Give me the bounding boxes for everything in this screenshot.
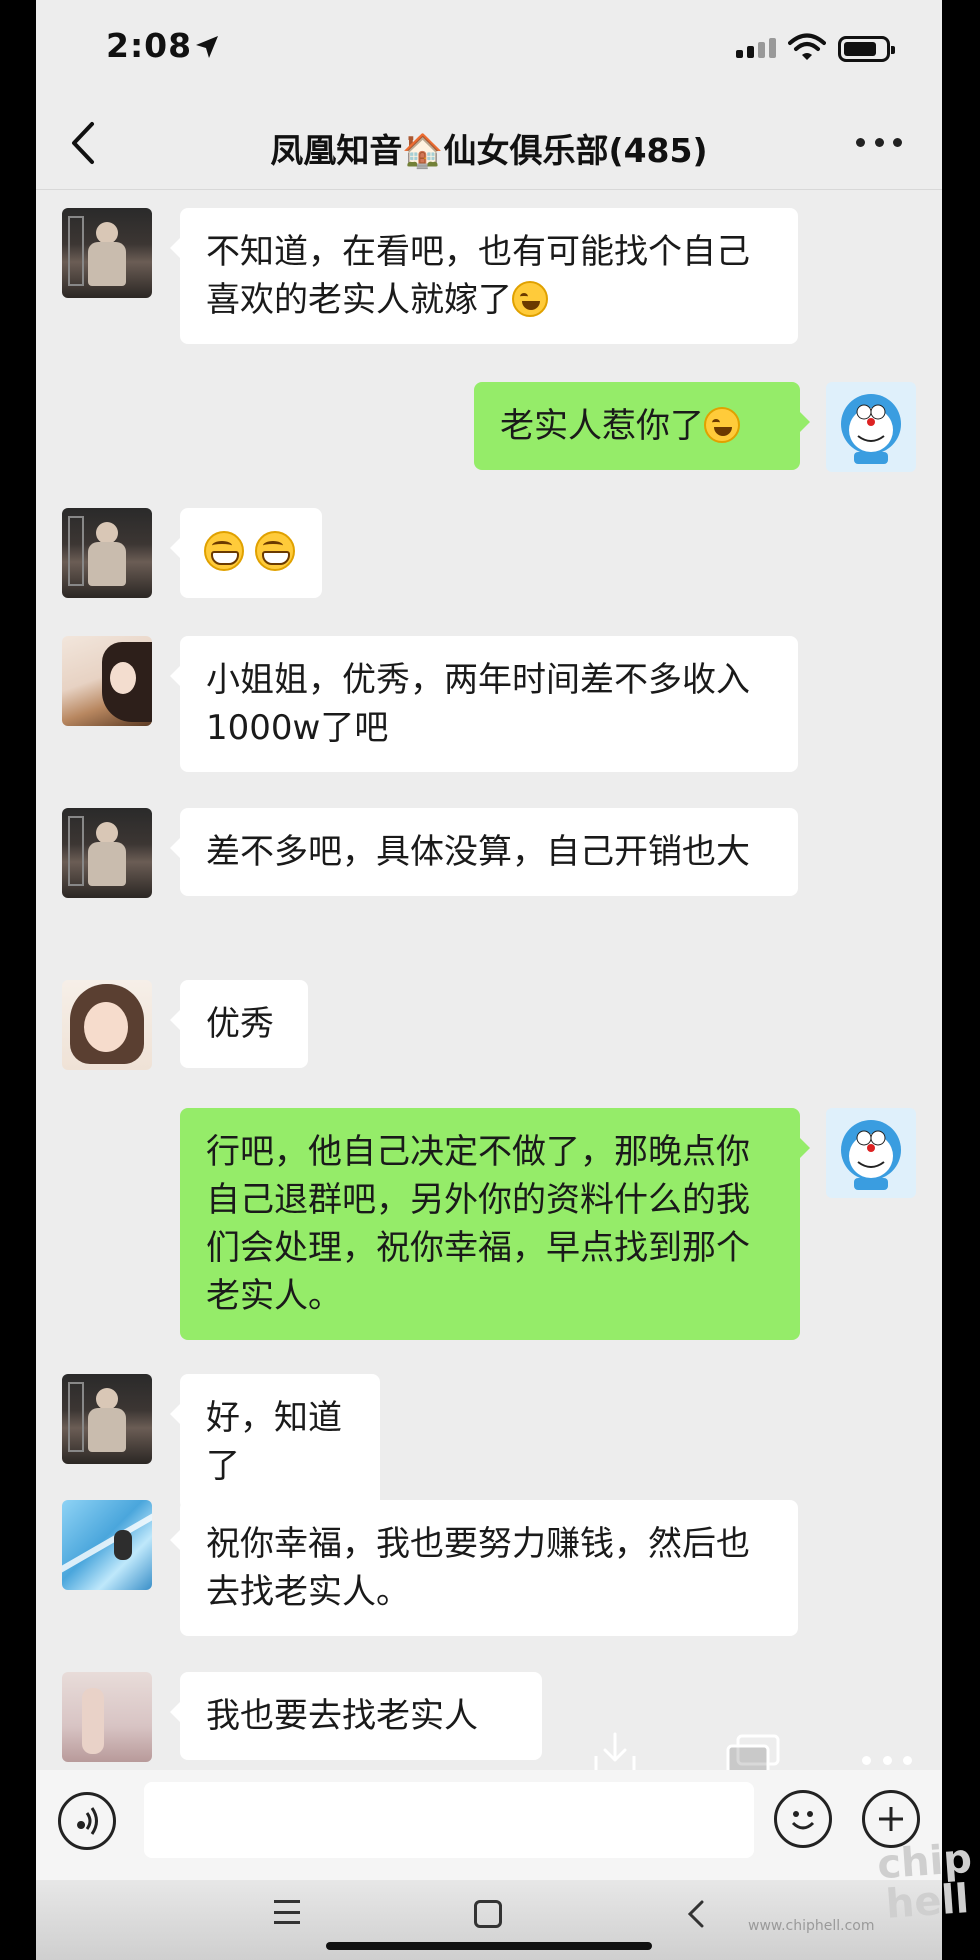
message-bubble[interactable]: 老实人惹你了 xyxy=(474,382,810,470)
message-bubble[interactable]: 好，知道了 xyxy=(170,1374,380,1510)
message-bubble[interactable]: 不知道，在看吧，也有可能找个自己喜欢的老实人就嫁了 xyxy=(170,208,798,344)
chat-header: 凤凰知音🏠仙女俱乐部(485) xyxy=(36,98,942,190)
voice-icon[interactable] xyxy=(58,1792,116,1850)
cry-laugh-emoji-icon xyxy=(512,281,548,317)
message-text: 小姐姐，优秀，两年时间差不多收入1000w了吧 xyxy=(206,660,750,748)
chiphell-watermark: chip hell www.chiphell.com xyxy=(748,1836,974,1934)
avatar[interactable] xyxy=(62,636,152,726)
message-bubble[interactable]: 祝你幸福，我也要努力赚钱，然后也去找老实人。 xyxy=(170,1500,798,1636)
message-bubble[interactable]: 差不多吧，具体没算，自己开销也大 xyxy=(170,808,798,896)
status-time: 2:08 xyxy=(106,26,193,65)
cry-laugh-emoji-icon xyxy=(704,407,740,443)
menu-icon[interactable] xyxy=(274,1900,300,1924)
message-bubble[interactable]: 优秀 xyxy=(170,980,308,1068)
message-input[interactable] xyxy=(144,1782,754,1858)
watermark-url: www.chiphell.com xyxy=(748,1918,875,1934)
chat-title: 凤凰知音🏠仙女俱乐部(485) xyxy=(270,131,708,170)
more-options-icon[interactable] xyxy=(862,1756,912,1766)
message-text: 优秀 xyxy=(206,1004,274,1044)
message-text: 祝你幸福，我也要努力赚钱，然后也去找老实人。 xyxy=(206,1524,750,1612)
avatar[interactable] xyxy=(62,1500,152,1590)
battery-icon xyxy=(838,36,895,62)
doraemon-icon xyxy=(841,394,901,464)
input-bar xyxy=(36,1770,942,1880)
message-bubble[interactable]: 行吧，他自己决定不做了，那晚点你自己退群吧，另外你的资料什么的我们会处理，祝你幸… xyxy=(180,1108,810,1340)
emoji-icon[interactable] xyxy=(774,1790,832,1848)
message-text: 不知道，在看吧，也有可能找个自己喜欢的老实人就嫁了 xyxy=(206,232,750,320)
avatar[interactable] xyxy=(826,382,916,472)
grin-emoji-icon xyxy=(254,531,295,571)
avatar[interactable] xyxy=(826,1108,916,1198)
more-icon[interactable] xyxy=(856,138,902,150)
doraemon-icon xyxy=(841,1120,901,1190)
avatar[interactable] xyxy=(62,808,152,898)
nav-back-icon[interactable] xyxy=(682,1898,710,1930)
message-text: 好，知道了 xyxy=(206,1398,342,1486)
phone-screen: 2:08 凤凰知音🏠仙女俱乐部(485) 不知道，在看吧，也有可能找个自己喜欢的… xyxy=(36,0,942,1960)
cellular-signal-icon xyxy=(736,38,776,58)
message-bubble[interactable]: 小姐姐，优秀，两年时间差不多收入1000w了吧 xyxy=(170,636,798,772)
message-bubble[interactable] xyxy=(170,508,322,598)
avatar[interactable] xyxy=(62,1374,152,1464)
location-arrow-icon xyxy=(196,36,218,58)
message-text: 差不多吧，具体没算，自己开销也大 xyxy=(206,832,750,872)
grin-emoji-icon xyxy=(204,531,244,571)
message-text: 行吧，他自己决定不做了，那晚点你自己退群吧，另外你的资料什么的我们会处理，祝你幸… xyxy=(206,1132,750,1316)
home-icon[interactable] xyxy=(474,1900,502,1928)
watermark-logo: chip hell xyxy=(875,1835,974,1928)
avatar[interactable] xyxy=(62,508,152,598)
home-indicator xyxy=(326,1942,652,1950)
status-bar: 2:08 xyxy=(36,0,942,98)
wifi-icon xyxy=(788,33,826,60)
avatar[interactable] xyxy=(62,980,152,1070)
message-text: 老实人惹你了 xyxy=(500,406,704,446)
avatar[interactable] xyxy=(62,208,152,298)
